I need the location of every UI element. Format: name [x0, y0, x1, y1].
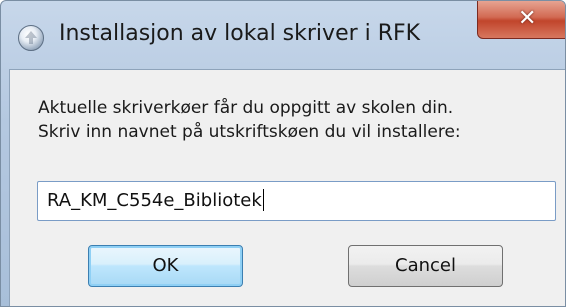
queue-name-input[interactable]: RA_KM_C554e_Bibliotek: [37, 181, 556, 221]
instruction-line-1: Aktuelle skriverkøer får du oppgitt av s…: [38, 98, 454, 118]
close-button[interactable]: ✕: [477, 1, 565, 39]
queue-name-value: RA_KM_C554e_Bibliotek: [47, 190, 262, 211]
dialog-body: Aktuelle skriverkøer får du oppgitt av s…: [9, 69, 565, 306]
text-caret: [262, 189, 264, 211]
close-icon: ✕: [518, 6, 537, 31]
cancel-button[interactable]: Cancel: [348, 245, 503, 287]
instruction-line-2: Skriv inn navnet på utskriftskøen du vil…: [38, 122, 461, 142]
ok-button[interactable]: OK: [88, 245, 243, 287]
printer-setup-icon: [18, 25, 44, 51]
title-bar[interactable]: Installasjon av lokal skriver i RFK ✕: [1, 1, 565, 69]
dialog-window: Installasjon av lokal skriver i RFK ✕ Ak…: [0, 0, 566, 307]
window-title: Installasjon av lokal skriver i RFK: [59, 21, 421, 46]
instruction-text: Aktuelle skriverkøer får du oppgitt av s…: [38, 96, 461, 144]
